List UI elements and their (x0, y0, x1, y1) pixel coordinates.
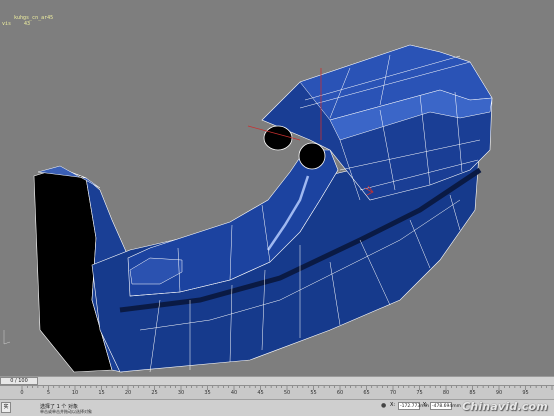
track-tick-label: 0 (20, 390, 24, 396)
watermark-logo: Chinavid.com (462, 400, 548, 413)
cup-holder-right (298, 142, 326, 170)
y-coord-field[interactable]: -478.694mm (430, 402, 461, 410)
time-slider-thumb[interactable]: 0 / 100 (0, 377, 38, 385)
x-coord-label: X: (390, 402, 396, 408)
track-bar[interactable]: 0 5 10 15 20 25 30 35 40 45 50 55 60 65 70 75 80 85 90 95 (0, 385, 554, 400)
track-tick-label: 75 (416, 390, 423, 396)
track-tick-label: 70 (389, 390, 397, 396)
track-tick-label: 35 (204, 390, 211, 396)
selection-lock-icon[interactable]: 实 (1, 402, 11, 413)
y-coord-label: Y: (423, 402, 428, 408)
viewport-perspective[interactable]: kuhgs_cn_ar45 vis 43 (0, 0, 554, 376)
track-tick-label: 25 (151, 390, 158, 396)
track-tick-label: 65 (363, 390, 370, 396)
track-tick-label: 20 (124, 390, 132, 396)
track-tick-label: 85 (469, 390, 476, 396)
track-tick-label: 15 (98, 390, 105, 396)
track-tick-label: 55 (310, 390, 317, 396)
track-tick-label: 30 (177, 390, 185, 396)
x-coord-field[interactable]: -172.773mm (398, 402, 429, 410)
track-tick-label: 95 (522, 390, 529, 396)
track-tick-label: 5 (46, 390, 51, 396)
absolute-mode-lock-icon[interactable]: ● (381, 402, 388, 409)
track-tick-label: 40 (230, 390, 238, 396)
mesh-model[interactable] (0, 0, 554, 376)
track-tick-label: 45 (257, 390, 264, 396)
cup-holder-left (263, 125, 293, 151)
track-tick-label: 50 (283, 390, 291, 396)
prompt-text: 单击或单击并拖动以选择对象 (40, 409, 92, 414)
track-tick-label: 90 (495, 390, 503, 396)
track-tick-label: 60 (336, 390, 344, 396)
track-tick-label: 80 (442, 390, 450, 396)
viewport-axis-icon (3, 330, 11, 345)
track-tick-label: 10 (71, 390, 79, 396)
